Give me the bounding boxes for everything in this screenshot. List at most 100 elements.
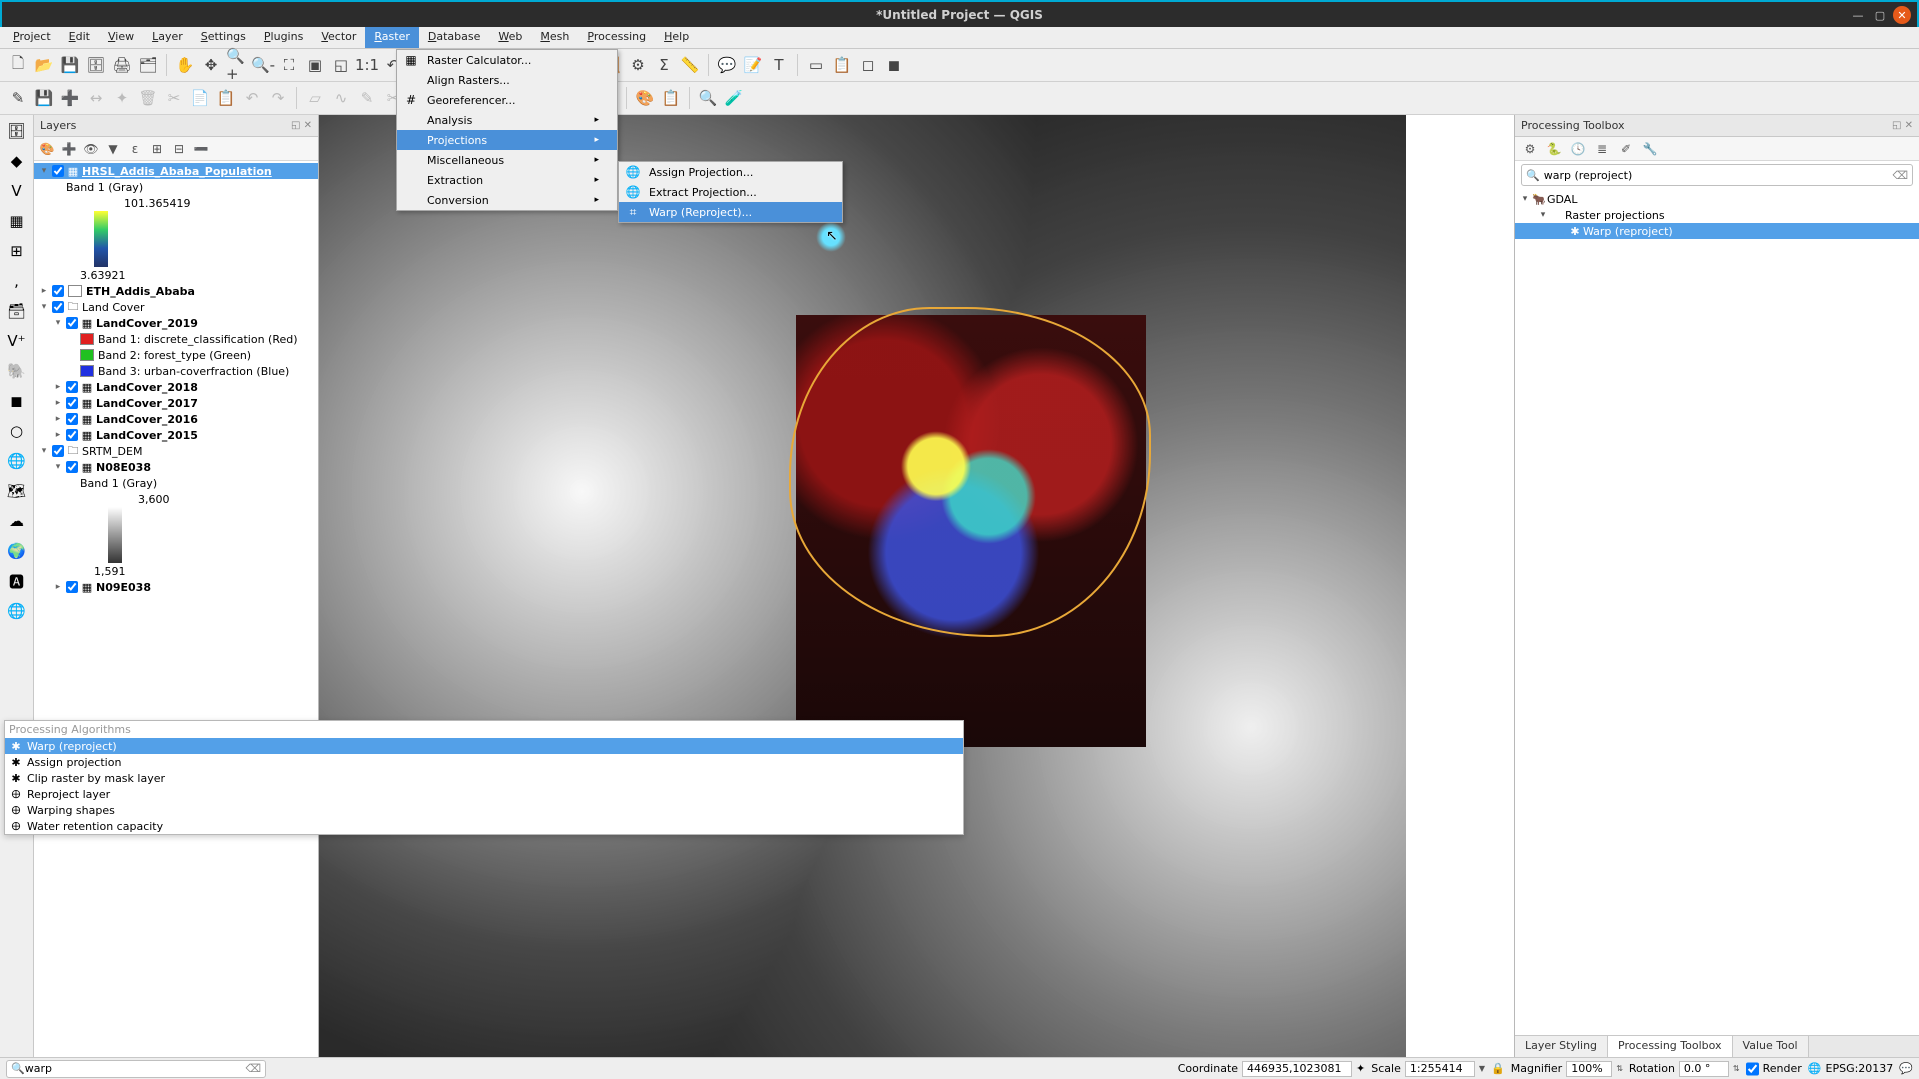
undock-icon[interactable]: ◱ ✕ — [291, 120, 312, 131]
map-tips-icon[interactable]: 💬 — [715, 53, 739, 77]
menu-project[interactable]: Project — [4, 27, 60, 48]
visibility-icon[interactable]: 👁 — [82, 140, 100, 158]
layer-node[interactable]: Band 1 (Gray) — [34, 179, 318, 195]
layer-visibility-checkbox[interactable] — [66, 397, 78, 409]
map-canvas[interactable] — [319, 115, 1514, 1057]
options-icon[interactable]: 🔧 — [1641, 140, 1659, 158]
minimize-button[interactable]: — — [1849, 6, 1867, 24]
save-as-icon[interactable]: 🗄 — [84, 53, 108, 77]
paste-icon[interactable]: 📋 — [214, 86, 238, 110]
layer-visibility-checkbox[interactable] — [52, 445, 64, 457]
qms-icon[interactable]: 🔍 — [696, 86, 720, 110]
tab-value-tool[interactable]: Value Tool — [1733, 1036, 1809, 1057]
layer-node[interactable]: ▾▦LandCover_2019 — [34, 315, 318, 331]
menu-raster[interactable]: Raster — [365, 27, 418, 48]
add-group-icon[interactable]: ➕ — [60, 140, 78, 158]
layer-visibility-checkbox[interactable] — [52, 165, 64, 177]
edit-toggle-icon[interactable]: ✎ — [6, 86, 30, 110]
layer-visibility-checkbox[interactable] — [66, 429, 78, 441]
add-virtual-icon[interactable]: V⁺ — [5, 329, 29, 353]
layer-node[interactable]: ▾▦N08E038 — [34, 459, 318, 475]
locator-result-row[interactable]: ✱Assign projection — [5, 754, 963, 770]
layer-visibility-checkbox[interactable] — [66, 381, 78, 393]
extents-icon[interactable]: ✦ — [1356, 1062, 1365, 1075]
layer-style-paste-icon[interactable]: 📋 — [659, 86, 683, 110]
add-delimited-icon[interactable]: , — [5, 269, 29, 293]
filter-legend-icon[interactable]: ▼ — [104, 140, 122, 158]
undo-icon[interactable]: ↶ — [240, 86, 264, 110]
node-tool-icon[interactable]: ✦ — [110, 86, 134, 110]
raster-menu-miscellaneous[interactable]: Miscellaneous▸ — [397, 150, 617, 170]
zoom-layer-icon[interactable]: ◱ — [329, 53, 353, 77]
digitize-line-icon[interactable]: ∿ — [329, 86, 353, 110]
proj-submenu-extract-projection-[interactable]: 🌐Extract Projection... — [619, 182, 842, 202]
copy-icon[interactable]: 📄 — [188, 86, 212, 110]
crs-icon[interactable]: 🌐 — [1808, 1062, 1822, 1075]
layer-node[interactable]: Band 1 (Gray) — [34, 475, 318, 491]
locator-result-row[interactable]: ✱Warp (reproject) — [5, 738, 963, 754]
zoom-selection-icon[interactable]: ▣ — [303, 53, 327, 77]
menu-layer[interactable]: Layer — [143, 27, 192, 48]
edit-inplace-icon[interactable]: ✐ — [1617, 140, 1635, 158]
raster-menu-projections[interactable]: Projections▸ — [397, 130, 617, 150]
add-oracle-icon[interactable]: ○ — [5, 419, 29, 443]
layer-visibility-checkbox[interactable] — [52, 285, 64, 297]
delete-selected-icon[interactable]: 🗑 — [136, 86, 160, 110]
add-mesh-icon[interactable]: ⊞ — [5, 239, 29, 263]
magnifier-input[interactable] — [1566, 1061, 1612, 1077]
results-icon[interactable]: ≣ — [1593, 140, 1611, 158]
messages-icon[interactable]: 💬 — [1899, 1062, 1913, 1075]
reshape-icon[interactable]: ✎ — [355, 86, 379, 110]
toolbox-undock-icon[interactable]: ◱ ✕ — [1892, 120, 1913, 131]
locator-result-row[interactable]: 🜨Warping shapes — [5, 802, 963, 818]
rotation-spin-icon[interactable]: ⇅ — [1733, 1064, 1740, 1073]
add-feature-icon[interactable]: ➕ — [58, 86, 82, 110]
layer-node[interactable]: ▸▦LandCover_2018 — [34, 379, 318, 395]
layer-node[interactable]: ▾🗀SRTM_DEM — [34, 443, 318, 459]
proj-submenu-assign-projection-[interactable]: 🌐Assign Projection... — [619, 162, 842, 182]
menu-vector[interactable]: Vector — [312, 27, 365, 48]
scale-input[interactable] — [1405, 1061, 1475, 1077]
annotation-icon[interactable]: 📝 — [741, 53, 765, 77]
layer-node[interactable]: ▸▦LandCover_2017 — [34, 395, 318, 411]
menu-database[interactable]: Database — [419, 27, 490, 48]
menu-edit[interactable]: Edit — [60, 27, 99, 48]
add-wms-icon[interactable]: 🌐 — [5, 449, 29, 473]
layer-visibility-checkbox[interactable] — [66, 413, 78, 425]
save-edits-icon[interactable]: 💾 — [32, 86, 56, 110]
zoom-out-icon[interactable]: 🔍- — [251, 53, 275, 77]
history-icon[interactable]: 🕓 — [1569, 140, 1587, 158]
layer-node[interactable]: ▸▦LandCover_2016 — [34, 411, 318, 427]
close-button[interactable]: ✕ — [1893, 6, 1911, 24]
locator-clear-icon[interactable]: ⌫ — [245, 1062, 261, 1075]
magnifier-spin-icon[interactable]: ⇅ — [1616, 1064, 1623, 1073]
layer-node[interactable]: 3.63921 — [34, 267, 318, 283]
select-all-icon[interactable]: ◼ — [882, 53, 906, 77]
style-dock-icon[interactable]: 🎨 — [38, 140, 56, 158]
save-project-icon[interactable]: 💾 — [58, 53, 82, 77]
raster-menu-align-rasters-[interactable]: Align Rasters... — [397, 70, 617, 90]
geonode-icon[interactable]: 🌐 — [5, 599, 29, 623]
pan-selection-icon[interactable]: ✥ — [199, 53, 223, 77]
layer-visibility-checkbox[interactable] — [66, 461, 78, 473]
add-wfs-icon[interactable]: 🌍 — [5, 539, 29, 563]
add-vector-icon[interactable]: V — [5, 179, 29, 203]
script-icon[interactable]: 🐍 — [1545, 140, 1563, 158]
layers-tree[interactable]: ▾▦HRSL_Addis_Ababa_PopulationBand 1 (Gra… — [34, 161, 318, 1057]
toolbox-node[interactable]: ✱Warp (reproject) — [1515, 223, 1919, 239]
new-geopackage-icon[interactable]: ◆ — [5, 149, 29, 173]
move-feature-icon[interactable]: ↔ — [84, 86, 108, 110]
print-layout-icon[interactable]: 🖨 — [110, 53, 134, 77]
zoom-full-icon[interactable]: ⛶ — [277, 53, 301, 77]
menu-mesh[interactable]: Mesh — [531, 27, 578, 48]
stats-icon[interactable]: Σ — [652, 53, 676, 77]
maximize-button[interactable]: ▢ — [1871, 6, 1889, 24]
plugin2-icon[interactable]: 🧪 — [722, 86, 746, 110]
raster-menu-raster-calculator-[interactable]: ▦Raster Calculator... — [397, 50, 617, 70]
layer-node[interactable]: ▾▦HRSL_Addis_Ababa_Population — [34, 163, 318, 179]
locator-bar[interactable]: 🔍 ⌫ — [6, 1060, 266, 1078]
tab-processing-toolbox[interactable]: Processing Toolbox — [1608, 1036, 1733, 1057]
locator-input[interactable] — [25, 1062, 246, 1075]
text-annotation-icon[interactable]: T — [767, 53, 791, 77]
model-icon[interactable]: ⚙ — [1521, 140, 1539, 158]
